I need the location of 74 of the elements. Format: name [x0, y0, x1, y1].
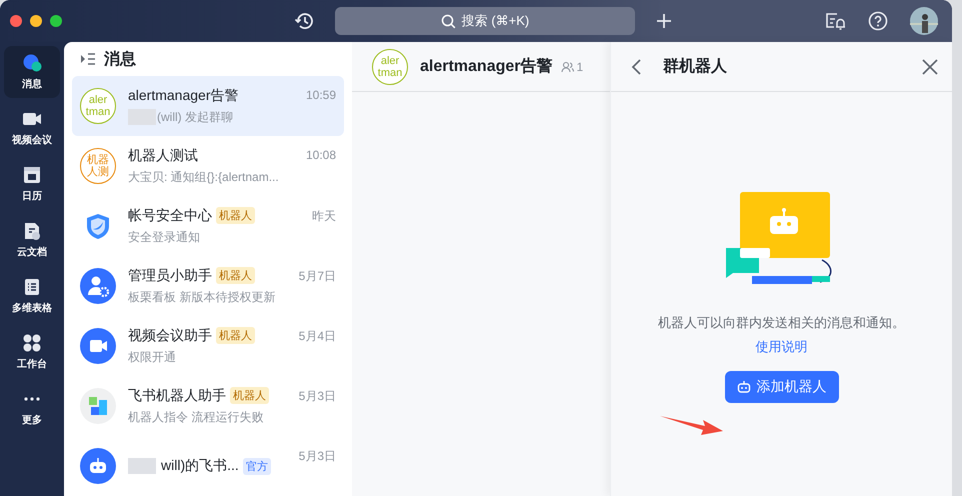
message-preview: 板栗看板 新版本待授权更新 [128, 288, 276, 306]
nav-item[interactable]: 多维表格 [4, 270, 60, 322]
message-preview: (will) 发起群聊 [157, 108, 233, 126]
chat-item[interactable]: 帐号安全中心 机器人 安全登录通知 昨天 [72, 196, 344, 256]
chat-name: 视频会议助手 [128, 326, 212, 344]
help-link[interactable]: 使用说明 [756, 338, 808, 356]
search-icon [440, 14, 456, 28]
chat-name: 机器人测试 [128, 146, 198, 164]
tag-label: 机器人 [230, 387, 269, 404]
text-avatar: aler tman [80, 88, 116, 124]
search-field[interactable]: 搜索 (⌘+K) [335, 7, 635, 35]
chat-item[interactable]: 机器 人测 机器人测试 大宝贝: 通知组{}:{alertnam... 10:08 [72, 136, 344, 196]
member-count: 1 [576, 60, 584, 74]
message-time: 昨天 [312, 208, 336, 225]
panel-title: 群机器人 [663, 56, 728, 77]
video-assistant-avatar [80, 328, 116, 364]
nav-item[interactable]: 消息 [4, 46, 60, 98]
close-button[interactable] [10, 15, 22, 27]
robot-icon [736, 380, 750, 394]
back-icon[interactable] [631, 58, 643, 76]
tag-label: 机器人 [216, 327, 255, 344]
message-time: 10:59 [306, 88, 336, 102]
message-preview: 安全登录通知 [128, 228, 200, 246]
admin-avatar [80, 268, 116, 304]
tag-label: 官方 [242, 458, 271, 474]
chat-item[interactable]: aler tman alertmanager告警 (will) 发起群聊 10:59 [72, 76, 344, 136]
chat-bubbles-icon [22, 53, 42, 73]
history-icon[interactable] [294, 10, 316, 32]
message-time: 10:08 [306, 148, 336, 162]
more-icon [24, 397, 40, 401]
members-icon [560, 60, 574, 72]
help-icon[interactable] [868, 11, 888, 31]
message-time: 5月3日 [298, 448, 336, 465]
nav-item[interactable]: 工作台 [4, 326, 60, 378]
chat-item[interactable]: will)的飞书... 官方 5月3日 [72, 436, 344, 496]
chat-item[interactable]: 视频会议助手 机器人 权限开通 5月4日 [72, 316, 344, 376]
panel-description: 机器人可以向群内发送相关的消息和通知。 [658, 314, 905, 332]
chat-name: 帐号安全中心 [128, 206, 212, 224]
zoom-button[interactable] [50, 15, 62, 27]
notification-list-icon[interactable] [824, 11, 846, 31]
chat-item[interactable]: 飞书机器人助手 机器人 机器人指令 流程运行失败 5月3日 [72, 376, 344, 436]
grid-icon [22, 333, 42, 353]
chat-name: will)的飞书... [161, 457, 239, 475]
cloud-document-icon [22, 221, 42, 241]
chat-name: 飞书机器人助手 [128, 386, 226, 404]
message-preview: 大宝贝: 通知组{}:{alertnam... [128, 168, 279, 186]
table-icon [22, 277, 42, 297]
list-title: 消息 [104, 50, 136, 70]
minimize-button[interactable] [30, 15, 42, 27]
message-time: 5月7日 [298, 268, 336, 285]
text-avatar: 机器 人测 [80, 148, 116, 184]
message-preview: 机器人指令 流程运行失败 [128, 408, 264, 426]
message-time: 5月3日 [298, 388, 336, 405]
calendar-icon [22, 165, 42, 185]
nav-item[interactable]: 日历 [4, 158, 60, 210]
user-avatar[interactable] [910, 7, 938, 35]
chat-item[interactable]: 管理员小助手 机器人 板栗看板 新版本待授权更新 5月7日 [72, 256, 344, 316]
nav-item[interactable]: 云文档 [4, 214, 60, 266]
chat-name: alertmanager告警 [128, 86, 238, 104]
plus-icon[interactable] [655, 12, 673, 30]
message-time: 5月4日 [298, 328, 336, 345]
message-preview: 权限开通 [128, 348, 176, 366]
add-robot-button[interactable]: 添加机器人 [724, 371, 838, 403]
chat-name: 管理员小助手 [128, 266, 212, 284]
nav-item[interactable]: 更多 [4, 382, 60, 434]
nav-item[interactable]: 视频会议 [4, 102, 60, 154]
collapse-list-icon[interactable] [80, 52, 96, 66]
blocks-avatar [80, 388, 116, 424]
close-icon[interactable] [922, 58, 938, 74]
robot-avatar [80, 448, 116, 484]
tag-label: 机器人 [216, 207, 255, 224]
tag-label: 机器人 [216, 267, 255, 284]
text-avatar: aler tman [372, 48, 408, 84]
chat-title: alertmanager告警 [420, 56, 552, 77]
